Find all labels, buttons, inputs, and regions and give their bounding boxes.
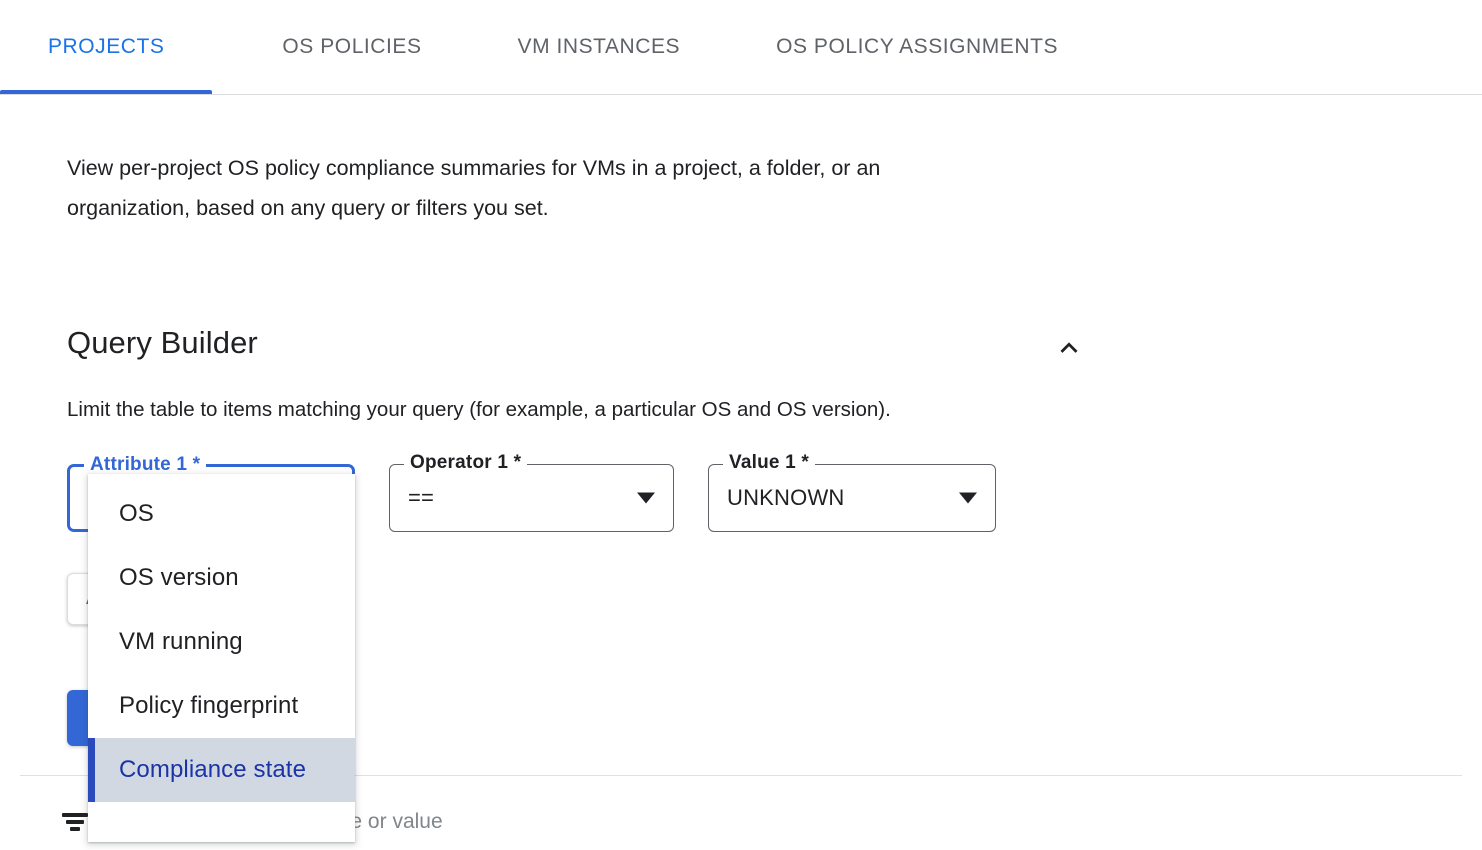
operator-1-value: == bbox=[408, 485, 434, 511]
tab-vm-instances[interactable]: VM INSTANCES bbox=[494, 0, 705, 94]
tab-list: PROJECTS OS POLICIES VM INSTANCES OS POL… bbox=[0, 0, 1082, 94]
chevron-down-icon[interactable] bbox=[637, 493, 655, 504]
value-1-label: Value 1 * bbox=[723, 452, 815, 474]
tab-projects-label: PROJECTS bbox=[48, 35, 164, 59]
dropdown-bottom-padding bbox=[88, 802, 355, 842]
tab-os-policy-assignments-label: OS POLICY ASSIGNMENTS bbox=[776, 35, 1058, 59]
query-builder-subtitle: Limit the table to items matching your q… bbox=[67, 395, 891, 425]
chevron-down-icon[interactable] bbox=[959, 493, 977, 504]
dropdown-option-compliance-state[interactable]: Compliance state bbox=[88, 738, 355, 802]
dropdown-option-label: OS bbox=[119, 500, 154, 528]
value-1-select[interactable]: Value 1 * UNKNOWN bbox=[708, 464, 996, 532]
tab-os-policies-label: OS POLICIES bbox=[282, 35, 421, 59]
operator-1-select[interactable]: Operator 1 * == bbox=[389, 464, 674, 532]
value-1-value: UNKNOWN bbox=[727, 485, 845, 511]
dropdown-option-label: Compliance state bbox=[119, 756, 306, 784]
tab-os-policies[interactable]: OS POLICIES bbox=[258, 0, 445, 94]
dropdown-option-policy-fingerprint[interactable]: Policy fingerprint bbox=[88, 674, 355, 738]
attribute-1-label: Attribute 1 * bbox=[84, 454, 206, 476]
tab-projects[interactable]: PROJECTS bbox=[0, 0, 212, 94]
dropdown-option-os-version[interactable]: OS version bbox=[88, 546, 355, 610]
tab-os-policy-assignments[interactable]: OS POLICY ASSIGNMENTS bbox=[752, 0, 1082, 94]
dropdown-option-os[interactable]: OS bbox=[88, 482, 355, 546]
operator-1-label: Operator 1 * bbox=[404, 452, 527, 474]
tab-vm-instances-label: VM INSTANCES bbox=[518, 35, 681, 59]
dropdown-option-vm-running[interactable]: VM running bbox=[88, 610, 355, 674]
chevron-up-icon[interactable] bbox=[1048, 327, 1090, 369]
page-description-line-2: organization, based on any query or filt… bbox=[67, 188, 1077, 228]
page-root: PROJECTS OS POLICIES VM INSTANCES OS POL… bbox=[0, 0, 1482, 850]
attribute-1-dropdown-menu: OS OS version VM running Policy fingerpr… bbox=[88, 474, 355, 842]
tab-bar: PROJECTS OS POLICIES VM INSTANCES OS POL… bbox=[0, 0, 1482, 95]
page-description: View per-project OS policy compliance su… bbox=[67, 148, 1077, 228]
page-description-line-1: View per-project OS policy compliance su… bbox=[67, 148, 1077, 188]
filter-icon[interactable] bbox=[62, 811, 88, 833]
dropdown-option-label: VM running bbox=[119, 628, 243, 656]
dropdown-option-label: OS version bbox=[119, 564, 239, 592]
dropdown-option-label: Policy fingerprint bbox=[119, 692, 298, 720]
query-builder-title: Query Builder bbox=[67, 325, 258, 361]
